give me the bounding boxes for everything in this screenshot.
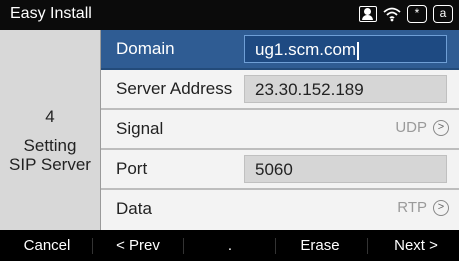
chevron-right-icon: > — [433, 119, 449, 136]
server-address-input[interactable]: 23.30.152.189 — [244, 75, 447, 103]
contact-icon — [359, 5, 377, 23]
domain-value: ug1.scm.com — [255, 40, 357, 59]
softkey-divider — [183, 238, 184, 254]
step-label-line1: Setting — [23, 136, 77, 155]
phone-screen: Easy Install * a 4 Setting SIP Server Do… — [0, 0, 459, 261]
port-row[interactable]: Port 5060 — [101, 150, 459, 190]
softkey-divider — [367, 238, 368, 254]
domain-input[interactable]: ug1.scm.com — [244, 35, 447, 63]
settings-list: Domain ug1.scm.com Server Address 23.30.… — [101, 30, 459, 230]
step-label-line2: SIP Server — [9, 155, 91, 174]
signal-value: UDP — [395, 119, 427, 136]
signal-row[interactable]: Signal UDP > — [101, 110, 459, 150]
data-label: Data — [116, 199, 152, 218]
domain-label: Domain — [116, 39, 175, 58]
softkey-divider — [92, 238, 93, 254]
port-input[interactable]: 5060 — [244, 155, 447, 183]
server-address-row[interactable]: Server Address 23.30.152.189 — [101, 70, 459, 110]
alpha-key-label: a — [433, 5, 453, 23]
next-softkey[interactable]: Next > — [386, 237, 446, 254]
wizard-step-panel: 4 Setting SIP Server — [0, 30, 101, 230]
signal-selector[interactable]: UDP > — [395, 119, 449, 136]
star-key-icon: * — [407, 5, 427, 23]
softkey-bar: Cancel < Prev . Erase Next > — [0, 230, 459, 261]
alpha-key-icon: a — [433, 5, 453, 23]
softkey-divider — [275, 238, 276, 254]
dot-softkey[interactable]: . — [215, 237, 245, 254]
server-address-label: Server Address — [116, 79, 233, 98]
domain-row[interactable]: Domain ug1.scm.com — [101, 30, 459, 70]
data-value: RTP — [397, 199, 427, 216]
port-label: Port — [116, 159, 148, 178]
screen-title: Easy Install — [10, 5, 92, 22]
status-icons: * a — [359, 5, 453, 23]
title-bar: Easy Install * a — [0, 0, 459, 30]
step-number: 4 — [45, 107, 55, 126]
text-cursor — [357, 41, 360, 60]
wifi-icon — [383, 5, 401, 23]
star-key-label: * — [407, 5, 427, 23]
cancel-softkey[interactable]: Cancel — [22, 237, 72, 254]
prev-softkey[interactable]: < Prev — [113, 237, 163, 254]
data-selector[interactable]: RTP > — [397, 199, 449, 216]
erase-softkey[interactable]: Erase — [295, 237, 345, 254]
signal-label: Signal — [116, 119, 164, 138]
data-row[interactable]: Data RTP > — [101, 190, 459, 230]
chevron-right-icon: > — [433, 199, 449, 216]
